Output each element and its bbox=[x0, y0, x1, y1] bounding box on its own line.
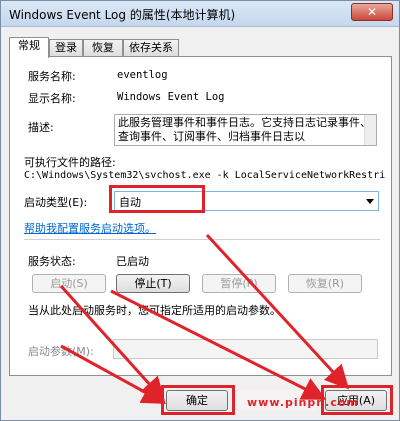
properties-window: Windows Event Log 的属性(本地计算机) ✕ 常规 登录 恢复 … bbox=[0, 0, 400, 421]
title-bar: Windows Event Log 的属性(本地计算机) ✕ bbox=[1, 1, 399, 27]
tab-general[interactable]: 常规 bbox=[9, 37, 49, 58]
description-label: 描述: bbox=[28, 121, 54, 134]
service-name-value: eventlog bbox=[117, 69, 168, 81]
divider bbox=[24, 239, 380, 240]
close-icon: ✕ bbox=[366, 5, 378, 19]
startup-type-label: 启动类型(E): bbox=[24, 196, 88, 209]
service-status-label: 服务状态: bbox=[28, 255, 76, 268]
display-name-label: 显示名称: bbox=[28, 92, 76, 105]
highlight-startup-type bbox=[109, 185, 205, 213]
exe-path-label: 可执行文件的路径: bbox=[24, 156, 116, 169]
display-name-value: Windows Event Log bbox=[117, 91, 225, 103]
highlight-apply-button bbox=[321, 385, 393, 415]
start-params-label: 启动参数(M): bbox=[28, 345, 94, 358]
start-params-input[interactable] bbox=[113, 339, 378, 359]
start-button[interactable]: 启动(S) bbox=[32, 274, 106, 293]
chevron-down-icon bbox=[366, 199, 374, 204]
window-title: Windows Event Log 的属性(本地计算机) bbox=[9, 8, 236, 22]
service-name-label: 服务名称: bbox=[28, 70, 76, 83]
highlight-ok-button bbox=[161, 385, 235, 415]
tab-logon[interactable]: 登录 bbox=[49, 39, 83, 57]
tab-recovery[interactable]: 恢复 bbox=[83, 39, 123, 57]
description-scrollbar[interactable] bbox=[364, 115, 376, 145]
service-status-value: 已启动 bbox=[116, 255, 149, 268]
help-link[interactable]: 帮助我配置服务启动选项。 bbox=[24, 220, 156, 236]
stop-button[interactable]: 停止(T) bbox=[116, 274, 190, 293]
pause-button[interactable]: 暂停(P) bbox=[202, 274, 276, 293]
description-box[interactable]: 此服务管理事件和事件日志。它支持日志记录事件、查询事件、订阅事件、归档事件日志以 bbox=[114, 114, 377, 146]
close-button[interactable]: ✕ bbox=[351, 3, 393, 21]
hint-text: 当从此处启动服务时，您可指定所适用的启动参数。 bbox=[28, 304, 281, 317]
general-panel: 服务名称: eventlog 显示名称: Windows Event Log 描… bbox=[9, 56, 392, 376]
tab-dependencies[interactable]: 依存关系 bbox=[123, 39, 179, 57]
description-text: 此服务管理事件和事件日志。它支持日志记录事件、查询事件、订阅事件、归档事件日志以 bbox=[118, 116, 371, 143]
exe-path-value: C:\Windows\System32\svchost.exe -k Local… bbox=[24, 170, 386, 181]
resume-button[interactable]: 恢复(R) bbox=[288, 274, 362, 293]
